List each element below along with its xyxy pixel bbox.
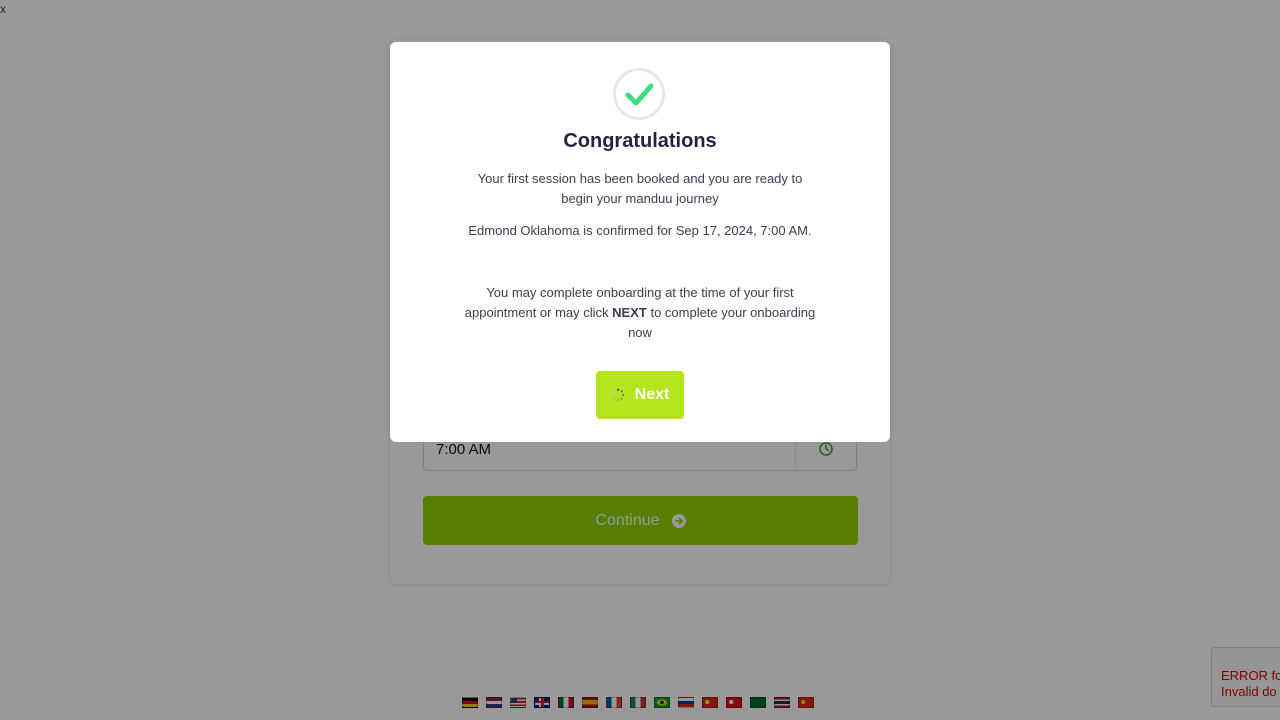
booking-message: Your first session has been booked and y…: [477, 171, 803, 206]
check-icon: [613, 68, 665, 120]
confirmation-message: Edmond Oklahoma is confirmed for Sep 17,…: [468, 223, 812, 238]
confirmation-modal: Congratulations Your first session has b…: [390, 42, 890, 442]
onboarding-message-next: NEXT: [612, 305, 647, 320]
spinner-icon: [611, 388, 624, 402]
next-label: Next: [634, 386, 670, 403]
onboarding-message-end: to complete your onboarding now: [628, 305, 816, 340]
modal-title: Congratulations: [563, 130, 717, 152]
next-button[interactable]: Next: [596, 371, 684, 419]
close-icon[interactable]: x: [0, 1, 6, 17]
onboarding-message: You may complete onboarding at the time …: [460, 283, 820, 343]
